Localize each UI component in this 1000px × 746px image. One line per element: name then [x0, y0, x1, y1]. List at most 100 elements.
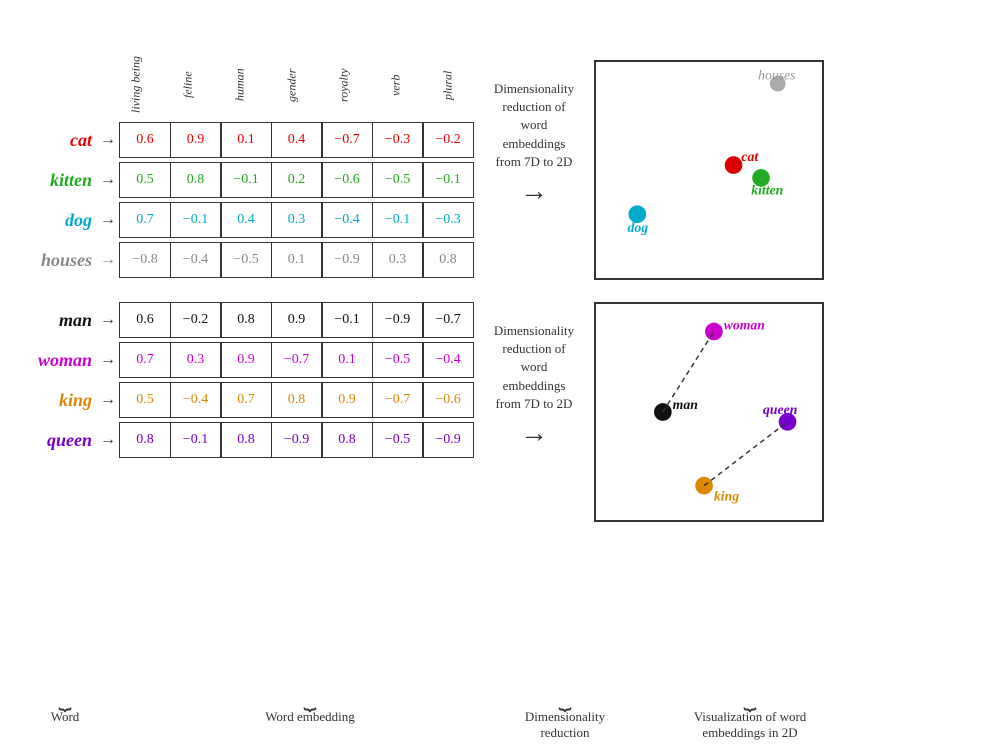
label-king-viz: king — [714, 488, 739, 503]
dot-cat — [725, 156, 743, 174]
word-man: man — [10, 310, 100, 331]
cell-man-3: 0.9 — [271, 302, 323, 338]
cell-dog-5: −0.1 — [372, 202, 424, 238]
col-header-verb: verb — [370, 50, 422, 120]
cells-woman: 0.7 0.3 0.9 −0.7 0.1 −0.5 −0.4 — [119, 342, 474, 378]
cell-woman-5: −0.5 — [372, 342, 424, 378]
cell-woman-6: −0.4 — [422, 342, 474, 378]
label-houses-viz: houses — [758, 68, 795, 83]
word-dog: dog — [10, 210, 100, 231]
bottom-dim-text: Dimensionalityreduction ofwordembeddings… — [494, 322, 574, 413]
cell-king-2: 0.7 — [220, 382, 272, 418]
cell-dog-2: 0.4 — [220, 202, 272, 238]
arrow-woman: → — [100, 351, 116, 369]
footer-word: ⏟ Word — [10, 689, 120, 725]
label-woman-viz: woman — [724, 318, 765, 333]
row-houses: houses → −0.8 −0.4 −0.5 0.1 −0.9 0.3 0.8 — [10, 242, 474, 278]
cell-dog-0: 0.7 — [119, 202, 171, 238]
footer-dim: ⏟ Dimensionalityreduction — [500, 689, 630, 741]
cell-kitten-3: 0.2 — [271, 162, 323, 198]
cell-cat-5: −0.3 — [372, 122, 424, 158]
cell-king-6: −0.6 — [422, 382, 474, 418]
cell-cat-3: 0.4 — [271, 122, 323, 158]
cell-cat-4: −0.7 — [321, 122, 373, 158]
top-dim-text: Dimensionalityreduction ofwordembeddings… — [494, 80, 574, 171]
cell-man-6: −0.7 — [422, 302, 474, 338]
cells-houses: −0.8 −0.4 −0.5 0.1 −0.9 0.3 0.8 — [119, 242, 474, 278]
cell-queen-0: 0.8 — [119, 422, 171, 458]
main-container: living being feline human gender royalty… — [0, 0, 1000, 746]
brace-viz: ⏟ — [743, 689, 756, 707]
cell-woman-4: 0.1 — [321, 342, 373, 378]
row-king: king → 0.5 −0.4 0.7 0.8 0.9 −0.7 −0.6 — [10, 382, 474, 418]
label-word: Word — [51, 709, 80, 725]
bottom-dim-arrow: → — [520, 418, 548, 450]
cell-cat-1: 0.9 — [170, 122, 222, 158]
cell-man-4: −0.1 — [321, 302, 373, 338]
arrow-cat: → — [100, 131, 116, 149]
cell-man-2: 0.8 — [220, 302, 272, 338]
cell-man-5: −0.9 — [372, 302, 424, 338]
line-king-queen — [704, 422, 787, 486]
label-queen-viz: queen — [763, 402, 797, 417]
label-cat-viz: cat — [741, 149, 759, 164]
cell-cat-0: 0.6 — [119, 122, 171, 158]
arrow-king: → — [100, 391, 116, 409]
arrow-dog: → — [100, 211, 116, 229]
cell-queen-4: 0.8 — [321, 422, 373, 458]
label-man-viz: man — [673, 397, 698, 412]
brace-dim: ⏟ — [558, 689, 571, 707]
word-kitten: kitten — [10, 170, 100, 191]
cell-kitten-4: −0.6 — [321, 162, 373, 198]
cell-dog-3: 0.3 — [271, 202, 323, 238]
label-embedding: Word embedding — [265, 709, 355, 725]
label-dim: Dimensionalityreduction — [525, 709, 605, 741]
cells-cat: 0.6 0.9 0.1 0.4 −0.7 −0.3 −0.2 — [119, 122, 474, 158]
cell-cat-6: −0.2 — [422, 122, 474, 158]
cells-queen: 0.8 −0.1 0.8 −0.9 0.8 −0.5 −0.9 — [119, 422, 474, 458]
col-header-royalty: royalty — [318, 50, 370, 120]
cells-man: 0.6 −0.2 0.8 0.9 −0.1 −0.9 −0.7 — [119, 302, 474, 338]
top-viz-svg: houses cat kitten dog — [596, 62, 822, 278]
cell-king-3: 0.8 — [271, 382, 323, 418]
cell-dog-6: −0.3 — [422, 202, 474, 238]
brace-word: ⏟ — [58, 689, 71, 707]
cell-queen-2: 0.8 — [220, 422, 272, 458]
cell-king-5: −0.7 — [372, 382, 424, 418]
arrow-kitten: → — [100, 171, 116, 189]
cell-woman-1: 0.3 — [170, 342, 222, 378]
cell-houses-6: 0.8 — [422, 242, 474, 278]
word-houses: houses — [10, 250, 100, 271]
cell-cat-2: 0.1 — [220, 122, 272, 158]
dot-woman — [705, 323, 723, 341]
bottom-viz-svg: woman man king queen — [596, 304, 822, 520]
cell-kitten-5: −0.5 — [372, 162, 424, 198]
cell-queen-5: −0.5 — [372, 422, 424, 458]
cell-king-1: −0.4 — [170, 382, 222, 418]
label-viz: Visualization of wordembeddings in 2D — [694, 709, 807, 741]
top-dim-arrow: → — [520, 176, 548, 208]
label-kitten-viz: kitten — [751, 183, 783, 198]
top-section: living being feline human gender royalty… — [10, 20, 990, 282]
footer-viz: ⏟ Visualization of wordembeddings in 2D — [630, 689, 870, 741]
row-woman: woman → 0.7 0.3 0.9 −0.7 0.1 −0.5 −0.4 — [10, 342, 474, 378]
arrow-houses: → — [100, 251, 116, 269]
bottom-section: man → 0.6 −0.2 0.8 0.9 −0.1 −0.9 −0.7 wo… — [10, 302, 990, 522]
cell-houses-3: 0.1 — [271, 242, 323, 278]
row-dog: dog → 0.7 −0.1 0.4 0.3 −0.4 −0.1 −0.3 — [10, 202, 474, 238]
row-man: man → 0.6 −0.2 0.8 0.9 −0.1 −0.9 −0.7 — [10, 302, 474, 338]
arrow-queen: → — [100, 431, 116, 449]
cell-queen-1: −0.1 — [170, 422, 222, 458]
cell-man-0: 0.6 — [119, 302, 171, 338]
cell-kitten-2: −0.1 — [220, 162, 272, 198]
cell-woman-0: 0.7 — [119, 342, 171, 378]
row-cat: cat → 0.6 0.9 0.1 0.4 −0.7 −0.3 −0.2 — [10, 122, 474, 158]
col-header-human: human — [214, 50, 266, 120]
cell-houses-5: 0.3 — [372, 242, 424, 278]
top-dim-reduction: Dimensionalityreduction ofwordembeddings… — [474, 80, 594, 208]
cell-dog-1: −0.1 — [170, 202, 222, 238]
cell-queen-3: −0.9 — [271, 422, 323, 458]
col-header-plural: plural — [422, 50, 474, 120]
cell-houses-4: −0.9 — [321, 242, 373, 278]
word-cat: cat — [10, 130, 100, 151]
